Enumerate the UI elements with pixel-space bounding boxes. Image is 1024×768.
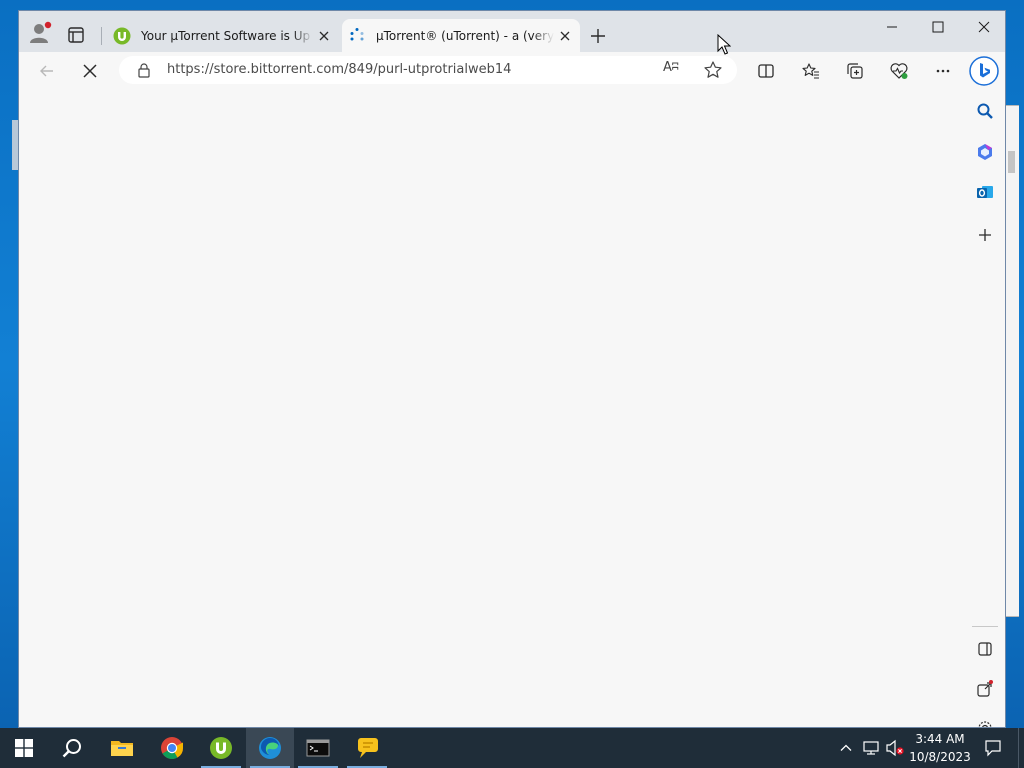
favorite-star-icon[interactable] (703, 60, 723, 80)
heart-pulse-icon (890, 63, 908, 79)
add-sidebar-app-icon[interactable] (974, 224, 996, 246)
volume-muted-icon[interactable] (884, 728, 906, 768)
taskbar-app-chrome[interactable] (148, 728, 196, 768)
background-window-scrollbar[interactable] (1008, 151, 1015, 173)
bing-chat-button[interactable] (968, 55, 1000, 87)
tab-actions-icon[interactable] (67, 26, 85, 44)
close-tab-icon[interactable] (313, 25, 335, 47)
chevron-up-icon (840, 744, 852, 751)
utorrent-icon (113, 27, 131, 45)
outlook-icon[interactable] (974, 181, 996, 203)
sidebar-divider (972, 626, 998, 627)
sidebar-settings-icon[interactable] (974, 717, 996, 727)
taskbar-app-edge[interactable] (246, 728, 294, 768)
bing-icon (969, 56, 999, 86)
clock[interactable]: 3:44 AM 10/8/2023 (906, 730, 974, 766)
taskbar-app-messaging[interactable] (343, 728, 391, 768)
profile-avatar-icon[interactable] (28, 21, 52, 45)
terminal-icon (306, 739, 330, 757)
start-button[interactable] (0, 728, 48, 768)
settings-more-button[interactable] (929, 57, 957, 85)
clock-date: 10/8/2023 (909, 750, 971, 764)
maximize-button[interactable] (915, 11, 961, 43)
chrome-icon (161, 737, 183, 759)
split-screen-button[interactable] (752, 57, 780, 85)
edge-sidebar (963, 90, 1005, 727)
clock-time: 3:44 AM (915, 732, 965, 746)
stop-icon (83, 64, 97, 78)
edge-browser-window: Your µTorrent Software is Up to Date µTo… (18, 10, 1006, 728)
mouse-cursor-icon (717, 33, 732, 56)
notification-center-button[interactable] (978, 728, 1008, 768)
tab-title: Your µTorrent Software is Up to Date (141, 28, 313, 43)
back-arrow-icon (40, 65, 53, 77)
search-icon[interactable] (974, 100, 996, 122)
edge-icon (259, 737, 281, 759)
collections-icon (847, 63, 863, 79)
collections-button[interactable] (841, 57, 869, 85)
favorites-button[interactable] (797, 57, 825, 85)
network-icon[interactable] (860, 728, 882, 768)
tab-utorrent-up-to-date[interactable]: Your µTorrent Software is Up to Date (107, 19, 339, 52)
close-window-button[interactable] (961, 11, 1005, 43)
more-dots-icon (936, 69, 950, 73)
microsoft-365-icon[interactable] (974, 141, 996, 163)
url-text[interactable]: https://store.bittorrent.com/849/purl-ut… (167, 56, 511, 84)
close-icon (978, 21, 990, 33)
new-tab-button[interactable] (587, 25, 609, 47)
split-screen-icon (758, 64, 774, 78)
taskbar-app-utorrent[interactable] (197, 728, 245, 768)
plus-icon (591, 29, 605, 43)
address-bar[interactable]: https://store.bittorrent.com/849/purl-ut… (119, 56, 737, 84)
stop-loading-button[interactable] (76, 57, 104, 85)
taskbar-app-terminal[interactable] (294, 728, 342, 768)
close-tab-icon[interactable] (554, 25, 576, 47)
show-desktop-button[interactable] (1018, 728, 1024, 768)
notification-icon (985, 740, 1001, 757)
show-hidden-icons-button[interactable] (836, 728, 856, 768)
folder-icon (111, 741, 133, 756)
tab-utorrent-store[interactable]: µTorrent® (uTorrent) - a (very) tiny Bit… (342, 19, 580, 52)
lock-icon[interactable] (136, 62, 152, 78)
favorites-icon (802, 63, 819, 79)
background-window-edge (1004, 105, 1019, 617)
tab-separator (101, 27, 102, 45)
minimize-button[interactable] (869, 11, 915, 43)
hide-sidebar-icon[interactable] (974, 638, 996, 660)
read-aloud-icon[interactable]: Aʭ (663, 60, 683, 80)
tab-title: µTorrent® (uTorrent) - a (very) tiny Bit… (376, 28, 554, 43)
minimize-icon (887, 26, 897, 28)
taskbar-search-button[interactable] (48, 728, 96, 768)
search-icon (62, 739, 81, 758)
loading-spinner-icon (348, 27, 366, 45)
page-content-loading (19, 90, 963, 727)
maximize-icon (932, 21, 944, 33)
windows-logo-icon (15, 739, 33, 757)
external-link-icon[interactable] (974, 678, 996, 700)
taskbar-app-file-explorer[interactable] (98, 728, 146, 768)
taskbar: 3:44 AM 10/8/2023 (0, 728, 1024, 768)
title-bar: Your µTorrent Software is Up to Date µTo… (19, 11, 1005, 52)
browser-essentials-button[interactable] (885, 57, 913, 85)
back-button[interactable] (33, 57, 61, 85)
chat-icon (358, 738, 378, 758)
utorrent-icon (210, 737, 232, 759)
